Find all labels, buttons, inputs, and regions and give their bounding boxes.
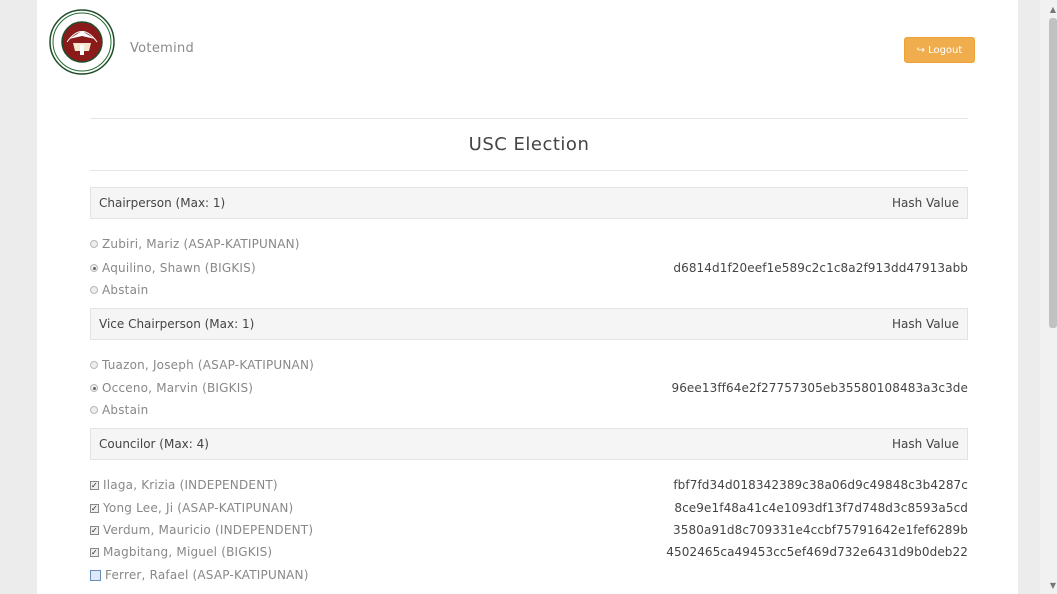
candidate-name: Aquilino, Shawn (BIGKIS) xyxy=(102,261,256,275)
section-header-councilor: Councilor (Max: 4) Hash Value xyxy=(90,428,968,460)
checkbox[interactable]: ✓ xyxy=(90,480,99,490)
candidate-name: Ferrer, Rafael (ASAP-KATIPUNAN) xyxy=(105,568,309,582)
hash-value: fbf7fd34d018342389c38a06d9c49848c3b4287c xyxy=(673,478,968,492)
candidate-row[interactable]: ✓ Magbitang, Miguel (BIGKIS) 4502465ca49… xyxy=(90,542,968,562)
brand-name: Votemind xyxy=(130,41,195,56)
candidate-name: Abstain xyxy=(102,283,149,297)
checkbox[interactable]: ✓ xyxy=(90,525,99,535)
hash-value: 96ee13ff64e2f27757305eb35580108483a3c3de xyxy=(671,381,968,395)
radio-button[interactable] xyxy=(90,264,98,272)
radio-button[interactable] xyxy=(90,286,98,294)
scroll-up-arrow-icon[interactable]: ▲ xyxy=(1049,4,1057,16)
hash-value: 3580a91d8c709331e4ccbf75791642e1fef6289b xyxy=(673,523,968,537)
position-label: Councilor (Max: 4) xyxy=(99,437,209,451)
checkbox[interactable]: ✓ xyxy=(90,503,99,513)
candidate-row[interactable]: Abstain xyxy=(90,280,968,300)
checkbox[interactable] xyxy=(90,569,101,581)
page-container: Votemind ↪ Logout USC Election Chairpers… xyxy=(37,0,1018,594)
candidate-row[interactable]: ✓ Verdum, Mauricio (INDEPENDENT) 3580a91… xyxy=(90,520,968,540)
logout-icon: ↪ xyxy=(916,44,926,56)
section-header-chairperson: Chairperson (Max: 1) Hash Value xyxy=(90,187,968,219)
section-header-vice-chairperson: Vice Chairperson (Max: 1) Hash Value xyxy=(90,308,968,340)
candidate-name: Abstain xyxy=(102,403,149,417)
hash-value: d6814d1f20eef1e589c2c1c8a2f913dd47913abb xyxy=(673,261,968,275)
radio-button[interactable] xyxy=(90,240,98,248)
candidate-name: Verdum, Mauricio (INDEPENDENT) xyxy=(103,523,314,537)
candidate-row[interactable]: Abstain xyxy=(90,400,968,420)
checkbox[interactable]: ✓ xyxy=(90,547,99,557)
candidate-name: Magbitang, Miguel (BIGKIS) xyxy=(103,545,273,559)
scrollbar-thumb[interactable] xyxy=(1049,18,1057,328)
page-title: USC Election xyxy=(468,134,590,155)
candidate-name: Tuazon, Joseph (ASAP-KATIPUNAN) xyxy=(102,358,315,372)
position-label: Chairperson (Max: 1) xyxy=(99,196,226,210)
candidate-row[interactable]: ✓ Yong Lee, Ji (ASAP-KATIPUNAN) 8ce9e1f4… xyxy=(90,498,968,518)
candidate-row[interactable]: Zubiri, Mariz (ASAP-KATIPUNAN) xyxy=(90,234,968,254)
divider xyxy=(90,170,968,171)
hash-value: 4502465ca49453cc5ef469d732e6431d9b0deb22 xyxy=(666,545,968,559)
candidate-name: Zubiri, Mariz (ASAP-KATIPUNAN) xyxy=(102,237,300,251)
candidate-name: Ilaga, Krizia (INDEPENDENT) xyxy=(103,478,278,492)
hash-value: 8ce9e1f48a41c4e1093df13f7d748d3c8593a5cd xyxy=(674,501,968,515)
position-label: Vice Chairperson (Max: 1) xyxy=(99,317,255,331)
hash-column-label: Hash Value xyxy=(891,196,959,210)
radio-button[interactable] xyxy=(90,384,98,392)
hash-column-label: Hash Value xyxy=(891,437,959,451)
candidate-row[interactable]: Aquilino, Shawn (BIGKIS) d6814d1f20eef1e… xyxy=(90,258,968,278)
logout-button[interactable]: ↪ Logout xyxy=(904,37,975,63)
scroll-down-arrow-icon[interactable]: ▼ xyxy=(1049,580,1057,592)
candidate-row[interactable]: Tuazon, Joseph (ASAP-KATIPUNAN) xyxy=(90,355,968,375)
logout-label: Logout xyxy=(928,44,963,56)
divider xyxy=(90,118,968,119)
candidate-row[interactable]: Ferrer, Rafael (ASAP-KATIPUNAN) xyxy=(90,565,968,585)
candidate-row[interactable]: Occeno, Marvin (BIGKIS) 96ee13ff64e2f277… xyxy=(90,378,968,398)
candidate-name: Occeno, Marvin (BIGKIS) xyxy=(102,381,254,395)
radio-button[interactable] xyxy=(90,406,98,414)
radio-button[interactable] xyxy=(90,361,98,369)
hash-column-label: Hash Value xyxy=(891,317,959,331)
candidate-name: Yong Lee, Ji (ASAP-KATIPUNAN) xyxy=(103,501,294,515)
candidate-row[interactable]: ✓ Ilaga, Krizia (INDEPENDENT) fbf7fd34d0… xyxy=(90,475,968,495)
university-seal-logo xyxy=(49,9,115,75)
